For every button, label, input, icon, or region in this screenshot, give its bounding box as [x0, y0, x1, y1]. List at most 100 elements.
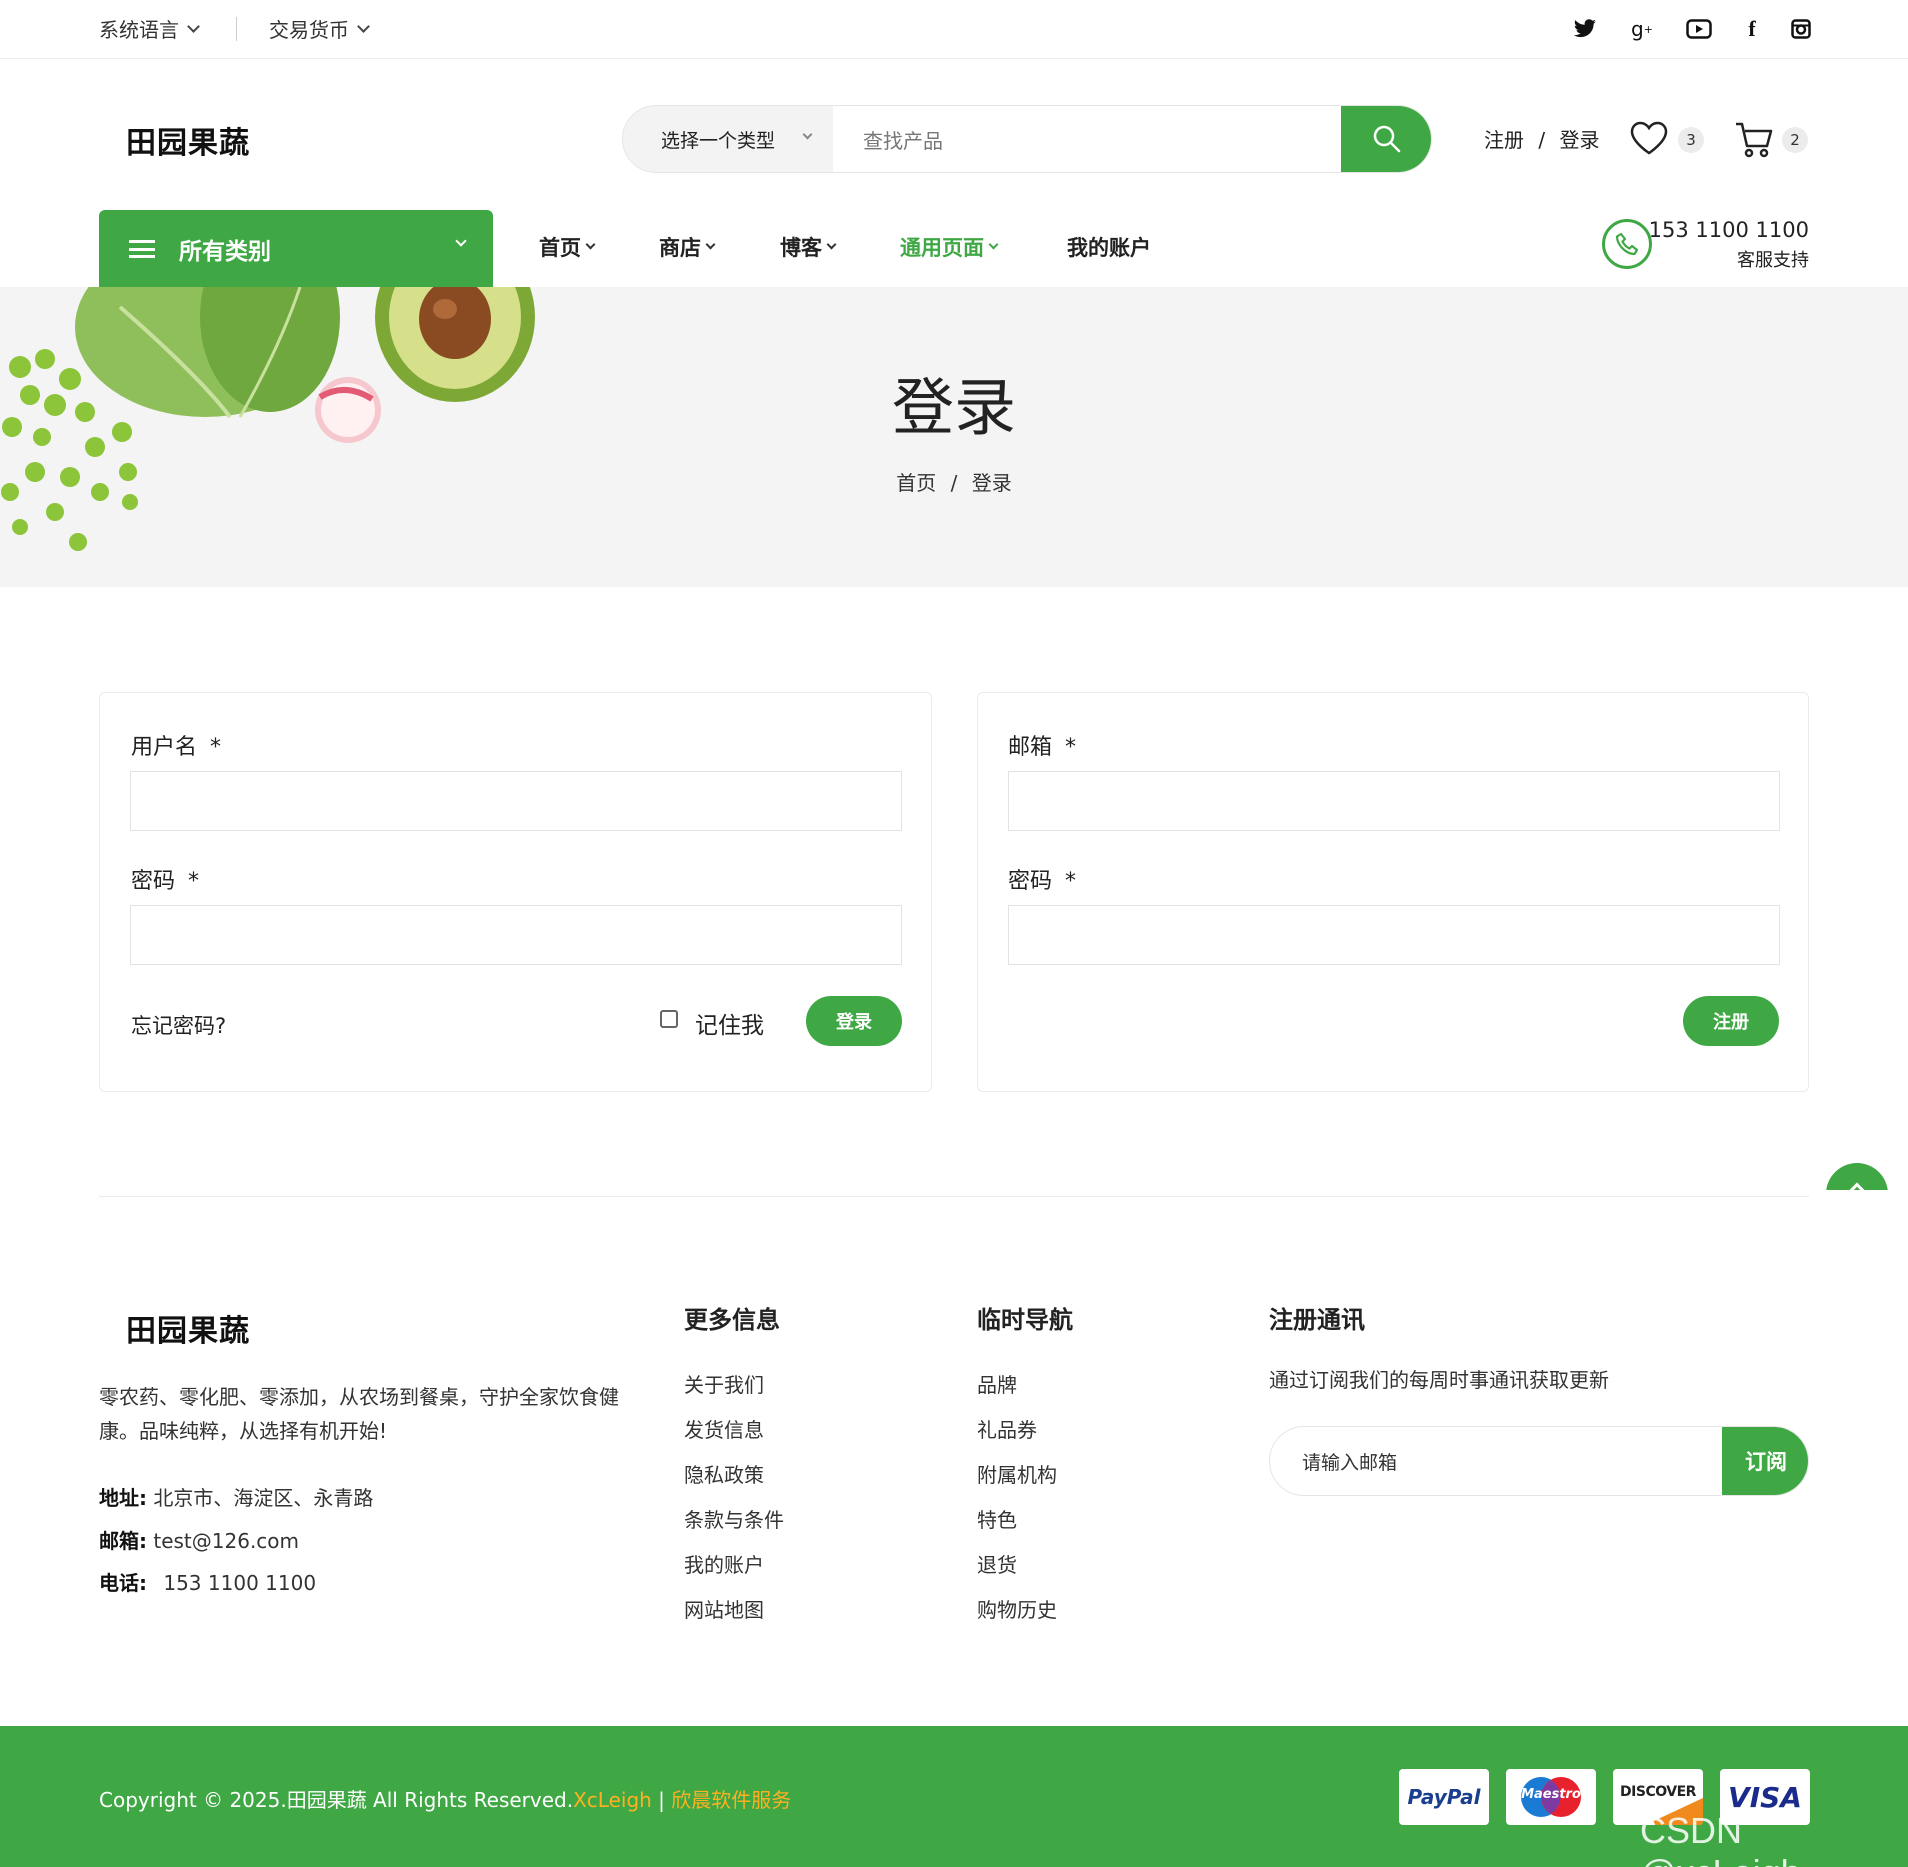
- password-label: 密码 *: [1008, 869, 1077, 894]
- heart-icon: [1630, 121, 1668, 155]
- username-label: 用户名 *: [131, 735, 222, 760]
- page-banner: 登录 首页 / 登录: [0, 287, 1908, 587]
- cart-button[interactable]: [1734, 120, 1774, 164]
- service-link[interactable]: 欣晨软件服务: [671, 1788, 791, 1812]
- breadcrumb-current: 登录: [971, 471, 1012, 495]
- search-icon: [1373, 125, 1401, 153]
- remember-me-checkbox[interactable]: [660, 1010, 678, 1028]
- wishlist-button[interactable]: [1629, 120, 1669, 160]
- forgot-password-link[interactable]: 忘记密码?: [131, 1010, 226, 1040]
- subscribe-button[interactable]: 订阅: [1722, 1427, 1808, 1495]
- language-label: 系统语言: [99, 18, 179, 42]
- email-input[interactable]: [1008, 771, 1780, 831]
- cart-icon: [1736, 122, 1773, 158]
- chevron-down-icon: [585, 239, 596, 250]
- section-divider: [99, 1196, 1809, 1197]
- chevron-down-icon: [357, 19, 370, 33]
- breadcrumb-home[interactable]: 首页: [896, 471, 936, 495]
- twitter-icon[interactable]: [1570, 14, 1600, 44]
- remember-me-label[interactable]: 记住我: [695, 1006, 764, 1040]
- cart-count-badge: 2: [1782, 127, 1808, 153]
- currency-label: 交易货币: [269, 18, 349, 42]
- search-category-select[interactable]: 选择一个类型: [623, 106, 833, 172]
- auth-separator: /: [1538, 128, 1546, 152]
- chevron-down-icon: [187, 19, 200, 33]
- search-category-label: 选择一个类型: [661, 129, 776, 152]
- footer-email-link[interactable]: test@126.com: [153, 1529, 299, 1553]
- footer-address: 地址: 北京市、海淀区、永青路: [99, 1486, 374, 1510]
- footer-link[interactable]: 隐私政策: [684, 1459, 764, 1488]
- newsletter-title: 注册通讯: [1269, 1306, 1365, 1334]
- top-bar: 系统语言 交易货币 g + f: [0, 0, 1908, 59]
- footer-link[interactable]: 购物历史: [977, 1594, 1057, 1623]
- footer-link[interactable]: 礼品券: [977, 1414, 1037, 1443]
- footer-email: 邮箱: test@126.com: [99, 1529, 300, 1553]
- breadcrumb: 首页 / 登录: [0, 467, 1908, 496]
- register-form: 邮箱 * 密码 * 注册: [977, 692, 1809, 1092]
- newsletter-description: 通过订阅我们的每周时事通讯获取更新: [1269, 1368, 1609, 1392]
- footer-link[interactable]: 发货信息: [684, 1414, 764, 1443]
- footer-link[interactable]: 特色: [977, 1504, 1017, 1533]
- username-input[interactable]: [130, 771, 902, 831]
- support-phone[interactable]: 153 1100 1100: [1640, 218, 1809, 242]
- nav-item-label: 通用页面: [900, 236, 984, 260]
- site-logo[interactable]: 田园果蔬: [126, 118, 250, 162]
- footer-col2-title: 临时导航: [977, 1306, 1073, 1334]
- chevron-down-icon: [802, 129, 813, 140]
- register-button[interactable]: 注册: [1683, 996, 1779, 1046]
- password-label: 密码 *: [131, 869, 200, 894]
- login-button[interactable]: 登录: [806, 996, 902, 1046]
- nav-item-my-account[interactable]: 我的账户: [1067, 232, 1151, 262]
- footer-link[interactable]: 退货: [977, 1549, 1017, 1578]
- chevron-down-icon: [826, 239, 837, 250]
- newsletter-form: 请输入邮箱 订阅: [1269, 1426, 1809, 1496]
- page-title: 登录: [891, 371, 1016, 444]
- author-link[interactable]: XcLeigh: [573, 1788, 652, 1812]
- register-link[interactable]: 注册: [1484, 128, 1524, 152]
- footer-link[interactable]: 条款与条件: [684, 1504, 784, 1533]
- login-link[interactable]: 登录: [1559, 128, 1599, 152]
- footer-link[interactable]: 附属机构: [977, 1459, 1057, 1488]
- footer-link[interactable]: 我的账户: [684, 1549, 764, 1578]
- chevron-down-icon: [455, 235, 467, 247]
- google-plus-icon[interactable]: g +: [1627, 14, 1657, 44]
- all-categories-label: 所有类别: [179, 238, 271, 265]
- maestro-icon: Maestro: [1506, 1769, 1596, 1825]
- footer-link[interactable]: 关于我们: [684, 1369, 764, 1398]
- nav-item-label: 首页: [539, 236, 581, 260]
- auth-links: 注册 / 登录: [1484, 124, 1599, 153]
- language-selector[interactable]: 系统语言: [99, 14, 200, 43]
- instagram-icon[interactable]: [1786, 14, 1816, 44]
- search-bar: 选择一个类型 查找产品: [622, 105, 1432, 173]
- password-input[interactable]: [130, 905, 902, 965]
- footer-link[interactable]: 网站地图: [684, 1594, 764, 1623]
- footer-col1-title: 更多信息: [684, 1306, 780, 1334]
- facebook-icon[interactable]: f: [1737, 14, 1767, 44]
- nav-item-label: 我的账户: [1067, 236, 1151, 260]
- divider-mask: [1800, 1190, 1908, 1230]
- chevron-down-icon: [705, 239, 716, 250]
- chevron-down-icon: [988, 239, 999, 250]
- footer-phone: 电话: 153 1100 1100: [99, 1571, 317, 1595]
- footer-link[interactable]: 品牌: [977, 1369, 1017, 1398]
- nav-item-pages[interactable]: 通用页面: [900, 232, 999, 262]
- nav-item-label: 商店: [659, 236, 701, 260]
- divider: [236, 17, 237, 41]
- search-button[interactable]: [1341, 106, 1431, 172]
- nav-item-shop[interactable]: 商店: [659, 232, 716, 262]
- youtube-icon[interactable]: [1684, 14, 1714, 44]
- nav-item-label: 博客: [780, 236, 822, 260]
- footer-logo[interactable]: 田园果蔬: [126, 1306, 250, 1350]
- breadcrumb-separator: /: [950, 471, 958, 495]
- support-label: 客服支持: [1737, 250, 1809, 271]
- register-password-input[interactable]: [1008, 905, 1780, 965]
- nav-item-blog[interactable]: 博客: [780, 232, 837, 262]
- newsletter-email-input[interactable]: 请输入邮箱: [1270, 1427, 1722, 1495]
- all-categories-button[interactable]: 所有类别: [99, 210, 493, 287]
- currency-selector[interactable]: 交易货币: [269, 14, 370, 43]
- paypal-icon: PayPal: [1399, 1769, 1489, 1825]
- watermark: CSDN @xcLeigh: [1640, 1810, 1801, 1867]
- nav-item-home[interactable]: 首页: [539, 232, 596, 262]
- email-label: 邮箱 *: [1008, 735, 1077, 760]
- search-input[interactable]: 查找产品: [833, 106, 1341, 172]
